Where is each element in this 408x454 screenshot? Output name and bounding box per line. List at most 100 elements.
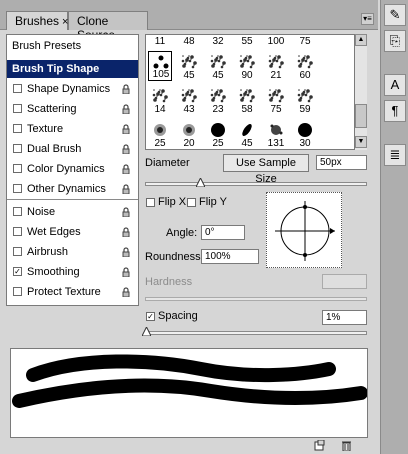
list-item-other-dynamics[interactable]: Other Dynamics bbox=[7, 180, 138, 198]
list-item-shape-dynamics[interactable]: Shape Dynamics bbox=[7, 80, 138, 98]
scroll-down-icon[interactable]: ▼ bbox=[355, 136, 367, 148]
option-checkbox[interactable] bbox=[13, 207, 22, 216]
brush-tip-icon bbox=[268, 89, 284, 103]
brush-preset-icon[interactable]: ✎ bbox=[384, 4, 406, 26]
list-item-texture[interactable]: Texture bbox=[7, 120, 138, 138]
brush-tip-cell[interactable]: 14 bbox=[148, 85, 172, 115]
list-item-airbrush[interactable]: Airbrush bbox=[7, 243, 138, 261]
spacing-field[interactable]: 1% bbox=[322, 310, 367, 325]
notes-icon[interactable]: ≣ bbox=[384, 144, 406, 166]
scroll-thumb[interactable] bbox=[355, 104, 367, 128]
panel-menu-icon[interactable]: ▾≡ bbox=[361, 13, 374, 25]
brush-tip-cell[interactable]: 58 bbox=[235, 85, 259, 115]
brush-tip-cell[interactable]: 100 bbox=[264, 35, 288, 47]
list-item-brush-tip-shape[interactable]: Brush Tip Shape bbox=[7, 60, 138, 78]
flip-x-label: Flip X bbox=[158, 196, 187, 208]
brush-tip-cell[interactable]: 45 bbox=[206, 51, 230, 81]
lock-icon[interactable] bbox=[121, 207, 131, 217]
brush-tip-cell[interactable]: 75 bbox=[264, 85, 288, 115]
lock-icon[interactable] bbox=[121, 104, 131, 114]
character-icon[interactable]: A bbox=[384, 74, 406, 96]
brush-tip-cell[interactable]: 21 bbox=[264, 51, 288, 81]
paragraph-icon[interactable]: ¶ bbox=[384, 100, 406, 122]
diameter-field[interactable]: 50px bbox=[316, 155, 367, 170]
option-checkbox[interactable] bbox=[13, 287, 22, 296]
brush-tip-cell[interactable]: 131 bbox=[264, 119, 288, 149]
brush-tip-cell[interactable]: 20 bbox=[177, 119, 201, 149]
option-checkbox[interactable] bbox=[13, 247, 22, 256]
flip-x-checkbox[interactable] bbox=[146, 198, 155, 207]
spacing-label: Spacing bbox=[158, 310, 198, 322]
tab-brushes[interactable]: Brushes × bbox=[6, 11, 68, 30]
brush-tip-cell[interactable]: 48 bbox=[177, 35, 201, 47]
lock-icon[interactable] bbox=[121, 227, 131, 237]
angle-label: Angle: bbox=[166, 227, 198, 239]
brush-tip-cell[interactable]: 43 bbox=[177, 85, 201, 115]
angle-roundness-preview[interactable] bbox=[266, 192, 342, 268]
lock-icon[interactable] bbox=[121, 84, 131, 94]
option-checkbox[interactable] bbox=[13, 84, 22, 93]
angle-field[interactable]: 0° bbox=[201, 225, 245, 240]
list-item-wet-edges[interactable]: Wet Edges bbox=[7, 223, 138, 241]
brush-tip-cell[interactable]: 30 bbox=[293, 119, 317, 149]
brush-tip-cell[interactable]: 11 bbox=[148, 35, 172, 47]
panel-dock: ✎ ⎘ A ¶ ≣ bbox=[380, 0, 408, 454]
list-item-brush-presets[interactable]: Brush Presets bbox=[7, 37, 138, 55]
lock-icon[interactable] bbox=[121, 287, 131, 297]
brush-tip-icon bbox=[298, 123, 312, 137]
scroll-up-icon[interactable]: ▲ bbox=[355, 34, 367, 46]
spacing-checkbox[interactable]: ✓ bbox=[146, 312, 155, 321]
list-item-protect-texture[interactable]: Protect Texture bbox=[7, 283, 138, 301]
new-brush-icon[interactable] bbox=[314, 440, 325, 451]
brush-grid-scrollbar[interactable]: ▲ ▼ bbox=[354, 34, 367, 150]
lock-icon[interactable] bbox=[121, 184, 131, 194]
clone-source-icon[interactable]: ⎘ bbox=[384, 30, 406, 52]
brush-tip-cell[interactable]: 75 bbox=[293, 35, 317, 47]
brush-tip-cell[interactable]: 25 bbox=[148, 119, 172, 149]
roundness-field[interactable]: 100% bbox=[201, 249, 259, 264]
brush-tip-cell[interactable]: 90 bbox=[235, 51, 259, 81]
brush-tip-cell[interactable]: 32 bbox=[206, 35, 230, 47]
brush-tip-cell[interactable]: 59 bbox=[293, 85, 317, 115]
option-checkbox[interactable] bbox=[13, 164, 22, 173]
option-checkbox[interactable] bbox=[13, 227, 22, 236]
spacing-slider[interactable] bbox=[142, 327, 367, 336]
lock-icon[interactable] bbox=[121, 267, 131, 277]
diameter-slider[interactable] bbox=[145, 178, 367, 187]
list-item-scattering[interactable]: Scattering bbox=[7, 100, 138, 118]
list-item-noise[interactable]: Noise bbox=[7, 203, 138, 221]
slider-knob-icon[interactable] bbox=[142, 327, 151, 336]
option-checkbox[interactable] bbox=[13, 104, 22, 113]
brush-tip-cell[interactable]: 45 bbox=[235, 119, 259, 149]
delete-brush-icon[interactable] bbox=[341, 440, 352, 451]
lock-icon[interactable] bbox=[121, 144, 131, 154]
brush-tip-cell[interactable]: 25 bbox=[206, 119, 230, 149]
option-checkbox[interactable]: ✓ bbox=[13, 267, 22, 276]
brush-tip-icon bbox=[181, 55, 197, 69]
option-checkbox[interactable] bbox=[13, 144, 22, 153]
lock-icon[interactable] bbox=[121, 124, 131, 134]
brush-tip-cell[interactable]: 105 bbox=[148, 51, 172, 81]
brush-size-label: 14 bbox=[154, 104, 166, 115]
brush-tip-cell[interactable]: 60 bbox=[293, 51, 317, 81]
lock-icon[interactable] bbox=[121, 247, 131, 257]
hardness-field bbox=[322, 274, 367, 289]
brush-tip-icon bbox=[183, 124, 195, 136]
brush-tip-grid: 11 48 32 55 100 75 105 45 45 90 21 60 14 43 23 58 75 59 25… bbox=[145, 34, 367, 150]
list-item-smoothing[interactable]: ✓ Smoothing bbox=[7, 263, 138, 281]
option-checkbox[interactable] bbox=[13, 124, 22, 133]
lock-icon[interactable] bbox=[121, 164, 131, 174]
use-sample-size-button[interactable]: Use Sample Size bbox=[223, 154, 309, 185]
list-item-color-dynamics[interactable]: Color Dynamics bbox=[7, 160, 138, 178]
list-item-label: Scattering bbox=[27, 103, 77, 115]
brush-tip-cell[interactable]: 23 bbox=[206, 85, 230, 115]
list-item-dual-brush[interactable]: Dual Brush bbox=[7, 140, 138, 158]
panel-tab-bar: Brushes× Clone Source ▾≡ bbox=[0, 0, 378, 42]
brush-tip-cell[interactable]: 55 bbox=[235, 35, 259, 47]
option-checkbox[interactable] bbox=[13, 184, 22, 193]
flip-y-checkbox[interactable] bbox=[187, 198, 196, 207]
brush-tip-cell[interactable]: 45 bbox=[177, 51, 201, 81]
brush-size-label: 25 bbox=[212, 138, 224, 149]
slider-knob-icon[interactable] bbox=[196, 178, 205, 187]
tab-clone-source[interactable]: Clone Source bbox=[68, 11, 148, 42]
